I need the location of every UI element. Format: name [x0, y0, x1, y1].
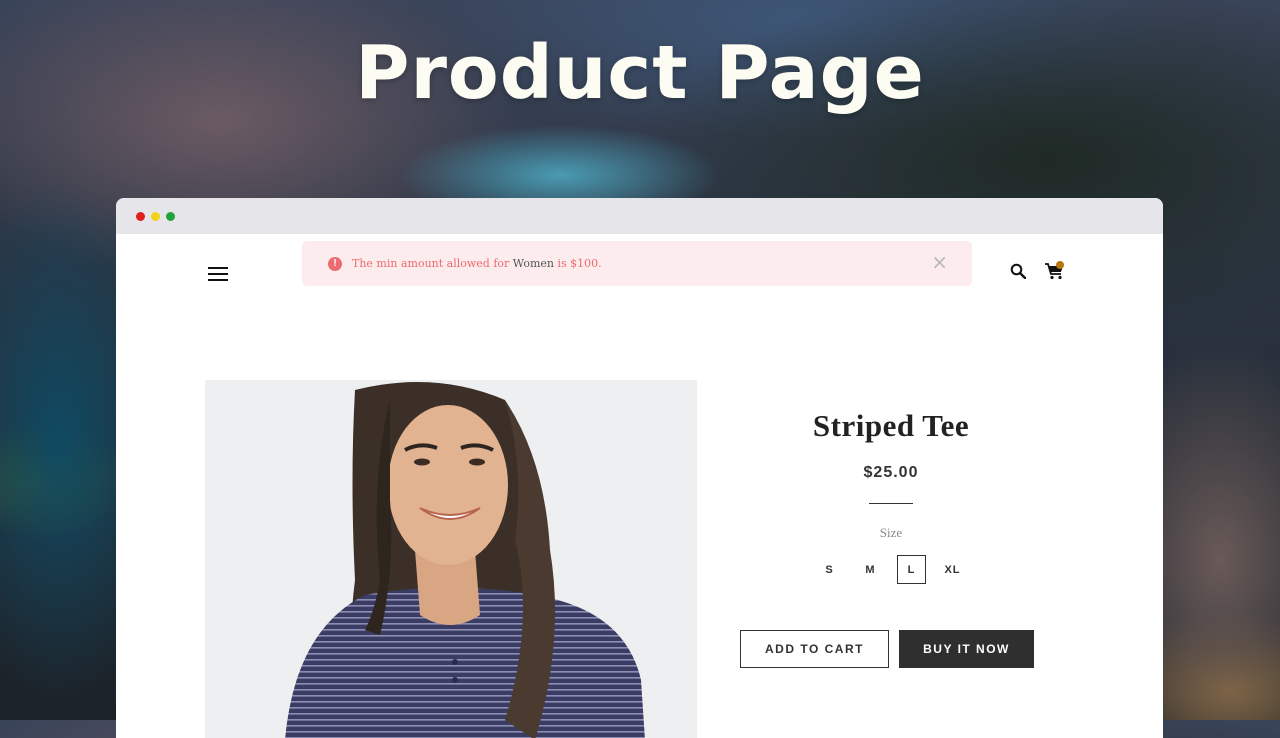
buy-it-now-button[interactable]: BUY IT NOW	[899, 630, 1034, 668]
size-option-m[interactable]: M	[856, 555, 885, 584]
size-option-xl[interactable]: XL	[938, 555, 967, 584]
add-to-cart-button[interactable]: ADD TO CART	[740, 630, 889, 668]
browser-titlebar	[116, 198, 1163, 234]
minimize-window-button[interactable]	[151, 212, 160, 221]
product-details: Striped Tee $25.00 Size S M L XL	[736, 408, 1046, 584]
alert-text-after: is $100.	[554, 257, 602, 270]
product-price: $25.00	[736, 464, 1046, 482]
maximize-window-button[interactable]	[166, 212, 175, 221]
cart-badge	[1056, 261, 1064, 269]
browser-window: ! The min amount allowed for Women is $1…	[116, 198, 1163, 738]
product-photo	[205, 380, 697, 738]
search-icon[interactable]	[1010, 263, 1026, 279]
alert-text-before: The min amount allowed for	[352, 257, 513, 270]
product-title: Striped Tee	[736, 408, 1046, 444]
min-amount-alert: ! The min amount allowed for Women is $1…	[302, 241, 972, 286]
product-image[interactable]	[205, 380, 697, 738]
size-label: Size	[736, 525, 1046, 541]
size-option-l[interactable]: L	[897, 555, 926, 584]
size-option-s[interactable]: S	[815, 555, 844, 584]
close-window-button[interactable]	[136, 212, 145, 221]
alert-collection-name: Women	[513, 257, 554, 270]
close-icon[interactable]: ×	[931, 252, 948, 272]
size-selector: S M L XL	[736, 555, 1046, 584]
exclamation-icon: !	[328, 257, 342, 271]
alert-message: The min amount allowed for Women is $100…	[352, 257, 602, 270]
purchase-actions: ADD TO CART BUY IT NOW	[740, 630, 1034, 668]
hamburger-menu-icon[interactable]	[208, 267, 228, 283]
divider	[869, 503, 913, 504]
face-shape	[388, 405, 508, 565]
hero-title: Product Page	[0, 30, 1280, 116]
